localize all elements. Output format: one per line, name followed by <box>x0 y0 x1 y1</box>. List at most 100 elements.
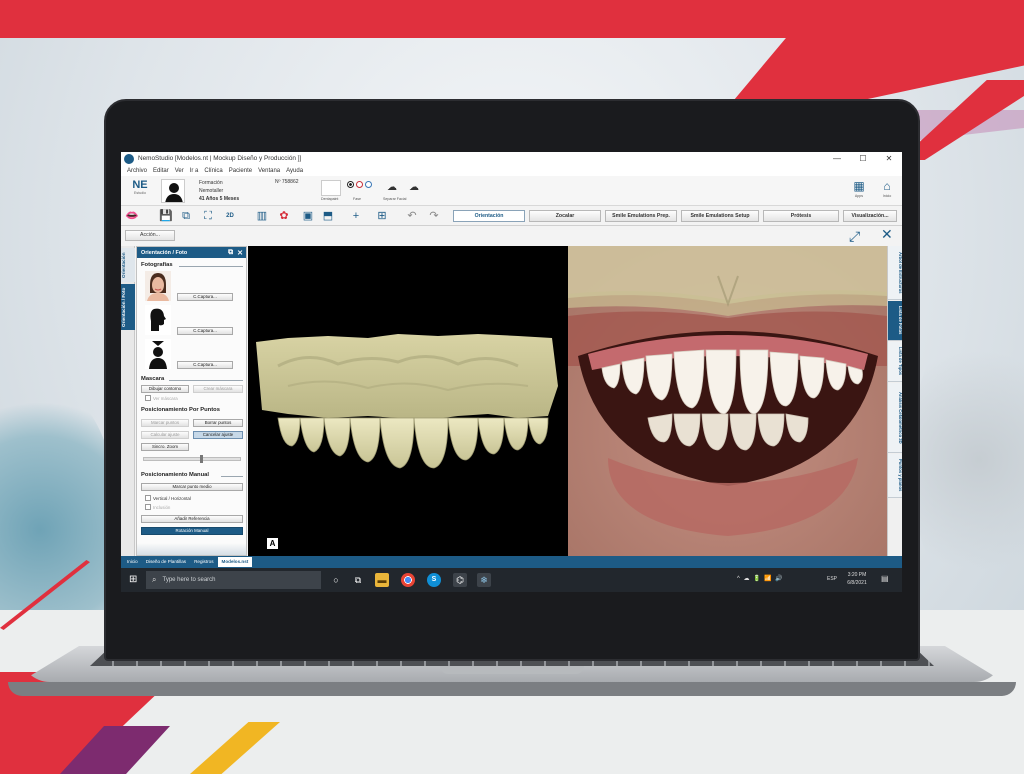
document-tabs: Inicio Diseño de Plantillas Registros Mo… <box>121 556 902 568</box>
cancel-adjust-button[interactable]: Cancelar ajuste <box>193 431 243 439</box>
undo-icon[interactable]: ↶ <box>405 209 419 223</box>
vertical-horizontal-checkbox[interactable]: Vertical / Horizontal <box>145 495 191 501</box>
patient-avatar[interactable] <box>161 179 185 203</box>
create-mask-button[interactable]: Crear máscara <box>193 385 243 393</box>
panel-close-icon[interactable]: ✕ <box>237 249 243 257</box>
inclusion-checkbox[interactable]: Inclusión <box>145 504 170 510</box>
skype-icon[interactable]: S <box>427 573 441 587</box>
tab-smile-emulations-prep[interactable]: Smile Emulations Prep. <box>605 210 677 222</box>
vertical-horizontal-label: Vertical / Horizontal <box>153 495 191 501</box>
apps-tile[interactable]: ▦ Apps <box>847 178 871 204</box>
acrobat-icon[interactable]: ⌬ <box>453 573 467 587</box>
panel-restore-icon[interactable]: ⧉ <box>228 249 233 257</box>
photo-thumb-front[interactable] <box>145 271 171 301</box>
chrome-icon[interactable] <box>401 573 415 587</box>
task-view-icon[interactable]: ⧉ <box>351 573 365 587</box>
save-as-icon[interactable]: ⧉ <box>179 209 193 223</box>
sync-zoom-button[interactable]: Sincro. Zoom <box>141 443 189 451</box>
file-explorer-icon[interactable]: ▬ <box>375 573 389 587</box>
minimize-button[interactable]: — <box>824 152 850 165</box>
cloud-upload-icon[interactable]: ☁ <box>409 182 419 193</box>
see-mask-checkbox[interactable]: Ver máscara <box>145 395 178 401</box>
cloud-download-icon[interactable]: ☁ <box>387 182 397 193</box>
menu-ver[interactable]: Ver <box>175 168 184 174</box>
layers-icon[interactable]: ⬒ <box>321 209 335 223</box>
nemostudio-taskbar-icon[interactable]: ❄ <box>477 573 491 587</box>
draw-outline-button[interactable]: Dibujar contorno <box>141 385 189 393</box>
menu-ayuda[interactable]: Ayuda <box>286 168 303 174</box>
patient-info: Formación Nemotaller 41 Años 5 Meses <box>199 179 239 203</box>
layout-grid-icon[interactable]: ⊞ <box>375 209 389 223</box>
dentapaint-label: Dentapaint <box>321 197 339 201</box>
window-controls: — ☐ ✕ <box>824 152 902 165</box>
viewport-patient-photo[interactable] <box>568 246 887 556</box>
viewport-3d-model[interactable]: A <box>248 246 568 556</box>
photo-thumb-smile[interactable] <box>145 339 171 369</box>
opacity-slider[interactable] <box>143 455 241 463</box>
tooth-icon[interactable]: ✿ <box>277 209 291 223</box>
mark-midpoint-button[interactable]: Marcar punto medio <box>141 483 243 491</box>
opacity-slider-knob[interactable] <box>200 455 203 463</box>
dentapaint-box[interactable] <box>321 180 341 196</box>
close-button[interactable]: ✕ <box>876 152 902 165</box>
taskbar-search[interactable]: ⌕ Type here to search <box>146 571 321 589</box>
vertical-horizontal-box <box>145 495 151 501</box>
tab-smile-emulations-setup[interactable]: Smile Emulations Setup <box>681 210 759 222</box>
vtab-lista-fotos[interactable]: Lista de Fotos <box>888 301 902 341</box>
phase-radio-3[interactable] <box>365 181 372 188</box>
add-reference-button[interactable]: Añadir Referencia <box>141 515 243 523</box>
menu-ir-a[interactable]: Ir a <box>190 168 199 174</box>
vtab-lista-tipos[interactable]: Lista de Tipos <box>888 342 902 382</box>
action-button[interactable]: Acción... <box>125 230 175 241</box>
doc-tab-inicio[interactable]: Inicio <box>123 557 142 567</box>
image-icon[interactable]: ▣ <box>301 209 315 223</box>
tab-orientacion[interactable]: Orientación <box>453 210 525 222</box>
crosshair-icon[interactable]: + <box>349 209 363 223</box>
manual-rotation-button[interactable]: Rotación Manual <box>141 527 243 535</box>
cortana-icon[interactable]: ○ <box>329 573 343 587</box>
language-indicator[interactable]: ESP <box>827 576 837 582</box>
tab-protesis[interactable]: Prótesis <box>763 210 839 222</box>
doc-tab-modelos[interactable]: Modelos.nst <box>217 557 253 567</box>
vtab-analisis-cefalometrico[interactable]: Análisis Cefalométrico 3D <box>888 383 902 453</box>
save-icon[interactable]: 💾 <box>159 209 173 223</box>
section-photos-line <box>179 266 243 267</box>
delete-points-button[interactable]: Borrar puntos <box>193 419 243 427</box>
vtab-arbol-estructuras[interactable]: Árbol de Estructuras <box>888 246 902 300</box>
capture-button-profile[interactable]: C.Captura... <box>177 327 233 335</box>
vtab-orientacion-foto[interactable]: Orientación / Foto <box>121 284 135 330</box>
view-2d-icon[interactable]: 2D <box>223 209 237 223</box>
doc-tab-registros[interactable]: Registros <box>190 557 217 567</box>
maximize-button[interactable]: ☐ <box>850 152 876 165</box>
capture-button-smile[interactable]: C.Captura... <box>177 361 233 369</box>
phase-radio-2[interactable] <box>356 181 363 188</box>
frame-icon[interactable]: ⛶ <box>201 209 215 223</box>
menu-editar[interactable]: Editar <box>153 168 169 174</box>
phase-radio-1[interactable] <box>347 181 354 188</box>
vtab-orientacion[interactable]: Orientación <box>121 248 135 282</box>
windows-start-icon[interactable]: ⊞ <box>129 574 137 585</box>
expand-icon[interactable]: ⤢ <box>849 228 860 245</box>
menu-ventana[interactable]: Ventana <box>258 168 280 174</box>
doc-tab-diseno-plantillas[interactable]: Diseño de Plantillas <box>142 557 190 567</box>
notification-icon[interactable]: ▤ <box>881 574 889 583</box>
smile-photo-overlay <box>568 246 887 556</box>
close-view-icon[interactable]: ✕ <box>881 226 893 243</box>
tab-zocalar[interactable]: Zocalar <box>529 210 601 222</box>
menu-archivo[interactable]: Archivo <box>127 168 147 174</box>
capture-button-front[interactable]: C.Captura... <box>177 293 233 301</box>
mark-points-button[interactable]: Marcar puntos <box>141 419 189 427</box>
menu-clinica[interactable]: Clínica <box>204 168 222 174</box>
tab-visualizacion[interactable]: Visualización... <box>843 210 897 222</box>
menu-paciente[interactable]: Paciente <box>229 168 252 174</box>
clinic-badge[interactable]: NE Estudio <box>125 179 155 203</box>
taskbar-clock[interactable]: 3:20 PM 6/8/2021 <box>843 571 871 587</box>
photo-thumb-profile[interactable] <box>145 305 171 335</box>
home-tile[interactable]: ⌂ Inicio <box>875 178 899 204</box>
system-tray-icons[interactable]: ^ ☁ 🔋 📶 🔊 <box>737 575 784 582</box>
vtab-puntos-planos[interactable]: Puntos y planos <box>888 454 902 498</box>
calculate-adjust-button[interactable]: Calcular ajuste <box>141 431 189 439</box>
redo-icon[interactable]: ↷ <box>427 209 441 223</box>
grid-teeth-icon[interactable]: ▥ <box>255 209 269 223</box>
smile-lips-icon[interactable]: 👄 <box>125 209 139 223</box>
